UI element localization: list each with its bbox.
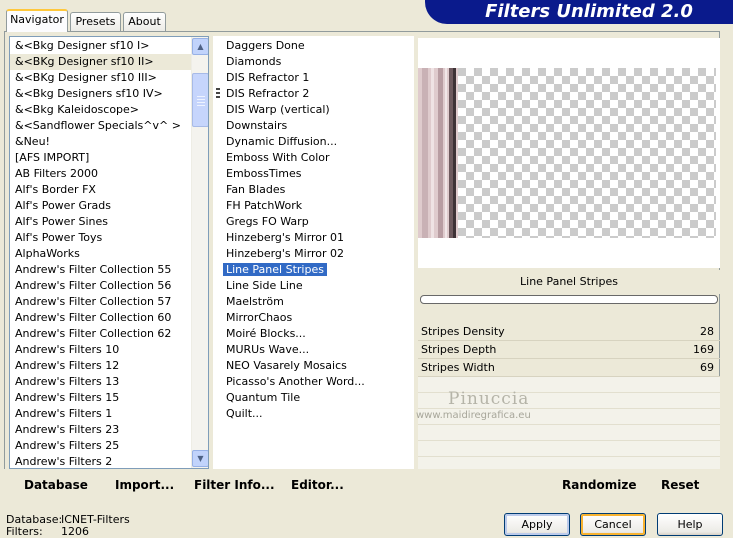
category-item[interactable]: &<BKg Designer sf10 II> [10, 54, 208, 70]
filter-item[interactable]: MirrorChaos [221, 310, 413, 326]
category-item[interactable]: Alf's Power Grads [10, 198, 208, 214]
reset-button[interactable]: Reset [661, 478, 699, 492]
param-row[interactable]: Stripes Depth 169 [418, 341, 720, 359]
category-item[interactable]: Andrew's Filters 13 [10, 374, 208, 390]
category-item[interactable]: Andrew's Filter Collection 62 [10, 326, 208, 342]
param-value: 169 [693, 343, 714, 356]
filter-item[interactable]: Line Side Line [221, 278, 413, 294]
param-row[interactable]: Stripes Density 28 [418, 323, 720, 341]
filter-item[interactable]: Maelström [221, 294, 413, 310]
filter-item[interactable]: Quantum Tile [221, 390, 413, 406]
help-button[interactable]: Help [657, 513, 723, 536]
category-item[interactable]: Andrew's Filter Collection 60 [10, 310, 208, 326]
category-item[interactable]: Alf's Power Toys [10, 230, 208, 246]
category-item[interactable]: &<Bkg Kaleidoscope> [10, 102, 208, 118]
category-item[interactable]: Andrew's Filter Collection 57 [10, 294, 208, 310]
param-value: 69 [700, 361, 714, 374]
category-item[interactable]: Andrew's Filters 2 [10, 454, 208, 468]
filter-item[interactable]: Hinzeberg's Mirror 01 [221, 230, 413, 246]
filter-item[interactable]: Daggers Done [221, 38, 413, 54]
tab-about[interactable]: About [123, 12, 166, 31]
category-item[interactable]: Andrew's Filters 25 [10, 438, 208, 454]
filter-item[interactable]: MURUs Wave... [221, 342, 413, 358]
category-item[interactable]: AlphaWorks [10, 246, 208, 262]
param-row-empty [418, 425, 720, 441]
category-item[interactable]: Alf's Border FX [10, 182, 208, 198]
param-row-empty [418, 441, 720, 457]
app-title-banner: Filters Unlimited 2.0 [425, 0, 733, 24]
tab-navigator[interactable]: Navigator [6, 9, 68, 32]
filter-item[interactable]: NEO Vasarely Mosaics [221, 358, 413, 374]
scroll-up-button[interactable]: ▲ [192, 38, 208, 55]
watermark-site: www.maidiregrafica.eu [416, 410, 531, 421]
filter-item[interactable]: FH PatchWork [221, 198, 413, 214]
filter-item[interactable]: Downstairs [221, 118, 413, 134]
filter-item[interactable]: Line Panel Stripes [221, 262, 413, 278]
param-value: 28 [700, 325, 714, 338]
database-button[interactable]: Database [24, 478, 88, 492]
param-label: Stripes Density [421, 325, 505, 338]
filter-item[interactable]: DIS Warp (vertical) [221, 102, 413, 118]
watermark-name: Pinuccia [448, 389, 530, 409]
status-filters: Filters: 1206 [6, 525, 89, 538]
category-item[interactable]: &<Bkg Designer sf10 I> [10, 38, 208, 54]
list-marker-icon [216, 88, 220, 98]
scroll-down-button[interactable]: ▼ [192, 450, 208, 467]
editor-button[interactable]: Editor... [291, 478, 344, 492]
param-label: Stripes Width [421, 361, 495, 374]
filter-list[interactable]: Daggers Done Diamonds DIS Refractor 1 DIS R… [213, 36, 414, 469]
category-item[interactable]: Andrew's Filters 15 [10, 390, 208, 406]
filter-item[interactable]: Picasso's Another Word... [221, 374, 413, 390]
preview-image [418, 68, 716, 238]
filter-item[interactable]: DIS Refractor 2 [221, 86, 413, 102]
category-item[interactable]: Andrew's Filters 12 [10, 358, 208, 374]
filter-item[interactable]: DIS Refractor 1 [221, 70, 413, 86]
apply-button[interactable]: Apply [504, 513, 570, 536]
category-scrollbar[interactable]: ▲ ▼ [191, 37, 208, 468]
tab-presets[interactable]: Presets [70, 12, 121, 31]
category-item[interactable]: &<Bkg Designers sf10 IV> [10, 86, 208, 102]
cancel-button[interactable]: Cancel [580, 513, 646, 536]
filter-info-button[interactable]: Filter Info... [194, 478, 275, 492]
filter-item[interactable]: Gregs FO Warp [221, 214, 413, 230]
status-filters-value: 1206 [61, 525, 89, 538]
category-item[interactable]: Andrew's Filters 23 [10, 422, 208, 438]
category-item[interactable]: Andrew's Filters 1 [10, 406, 208, 422]
scroll-thumb[interactable] [192, 73, 208, 127]
category-item[interactable]: AB Filters 2000 [10, 166, 208, 182]
progress-bar [420, 295, 718, 304]
filter-item[interactable]: Quilt... [221, 406, 413, 422]
randomize-button[interactable]: Randomize [562, 478, 636, 492]
category-item[interactable]: Alf's Power Sines [10, 214, 208, 230]
category-list[interactable]: &<Bkg Designer sf10 I> &<BKg Designer sf1… [9, 36, 209, 469]
stripe-panel [418, 68, 458, 238]
param-label: Stripes Depth [421, 343, 497, 356]
category-item[interactable]: &<BKg Designer sf10 III> [10, 70, 208, 86]
param-row[interactable]: Stripes Width 69 [418, 359, 720, 377]
filter-item[interactable]: Moiré Blocks... [221, 326, 413, 342]
category-item[interactable]: &Neu! [10, 134, 208, 150]
category-item[interactable]: Andrew's Filters 10 [10, 342, 208, 358]
preview-area [418, 38, 720, 268]
category-item[interactable]: Andrew's Filter Collection 56 [10, 278, 208, 294]
filter-item[interactable]: Dynamic Diffusion... [221, 134, 413, 150]
import-button[interactable]: Import... [115, 478, 174, 492]
category-item[interactable]: [AFS IMPORT] [10, 150, 208, 166]
filter-item[interactable]: Diamonds [221, 54, 413, 70]
filter-item[interactable]: Hinzeberg's Mirror 02 [221, 246, 413, 262]
category-item[interactable]: &<Sandflower Specials^v^ > [10, 118, 208, 134]
status-filters-label: Filters: [6, 525, 43, 538]
filter-item[interactable]: Fan Blades [221, 182, 413, 198]
filter-item[interactable]: Emboss With Color [221, 150, 413, 166]
filter-item[interactable]: EmbossTimes [221, 166, 413, 182]
filter-name-label: Line Panel Stripes [418, 270, 720, 294]
category-item[interactable]: Andrew's Filter Collection 55 [10, 262, 208, 278]
